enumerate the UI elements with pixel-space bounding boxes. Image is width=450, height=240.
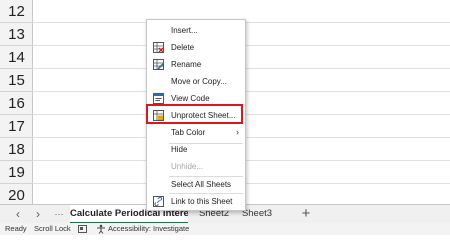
row-header[interactable]: 15	[0, 69, 33, 92]
status-ready: Ready	[5, 224, 27, 233]
row-header[interactable]: 13	[0, 23, 33, 46]
row-header[interactable]: 19	[0, 161, 33, 184]
unprotect-highlight-box	[146, 104, 243, 124]
submenu-arrow-icon: ›	[236, 127, 239, 137]
menu-item-hide[interactable]: Hide	[147, 141, 245, 158]
row-header[interactable]: 18	[0, 138, 33, 161]
status-bar: Ready Scroll Lock Accessibility: Investi…	[0, 223, 450, 235]
menu-item-label: Move or Copy...	[171, 77, 227, 86]
delete-sheet-icon	[153, 42, 164, 53]
row-header[interactable]: 14	[0, 46, 33, 69]
row-headers: 12 13 14 15 16 17 18 19 20 21	[0, 0, 33, 230]
menu-item-label: Insert...	[171, 26, 198, 35]
macro-record-icon[interactable]	[78, 224, 88, 234]
menu-item-insert[interactable]: Insert...	[147, 22, 245, 39]
view-code-icon	[153, 93, 164, 104]
menu-item-label: Unhide...	[171, 162, 204, 171]
add-sheet-button[interactable]: +	[296, 205, 316, 224]
menu-item-rename[interactable]: Rename	[147, 56, 245, 73]
rename-sheet-icon	[153, 59, 164, 70]
menu-item-select-all-sheets[interactable]: Select All Sheets	[147, 176, 245, 193]
row-header[interactable]: 16	[0, 92, 33, 115]
menu-item-label: Hide	[171, 145, 188, 154]
menu-item-label: Link to this Sheet	[171, 197, 233, 206]
menu-item-link-to-sheet[interactable]: Link to this Sheet	[147, 193, 245, 210]
next-sheet-button[interactable]: ›	[30, 205, 46, 224]
menu-item-move-copy[interactable]: Move or Copy...	[147, 73, 245, 90]
link-icon	[153, 196, 164, 207]
accessibility-icon[interactable]	[96, 224, 106, 234]
menu-item-tab-color[interactable]: Tab Color ›	[147, 124, 245, 141]
more-sheets-button[interactable]: ···	[50, 205, 68, 224]
menu-item-label: Rename	[171, 60, 202, 69]
menu-item-label: Tab Color	[171, 128, 206, 137]
menu-item-label: Select All Sheets	[171, 180, 232, 189]
menu-item-unhide: Unhide...	[147, 158, 245, 175]
status-accessibility[interactable]: Accessibility: Investigate	[108, 223, 189, 235]
prev-sheet-button[interactable]: ‹	[10, 205, 26, 224]
menu-item-label: Delete	[171, 43, 195, 52]
menu-item-delete[interactable]: Delete	[147, 39, 245, 56]
status-scroll-lock: Scroll Lock	[34, 224, 71, 233]
row-header[interactable]: 12	[0, 0, 33, 23]
row-header[interactable]: 17	[0, 115, 33, 138]
